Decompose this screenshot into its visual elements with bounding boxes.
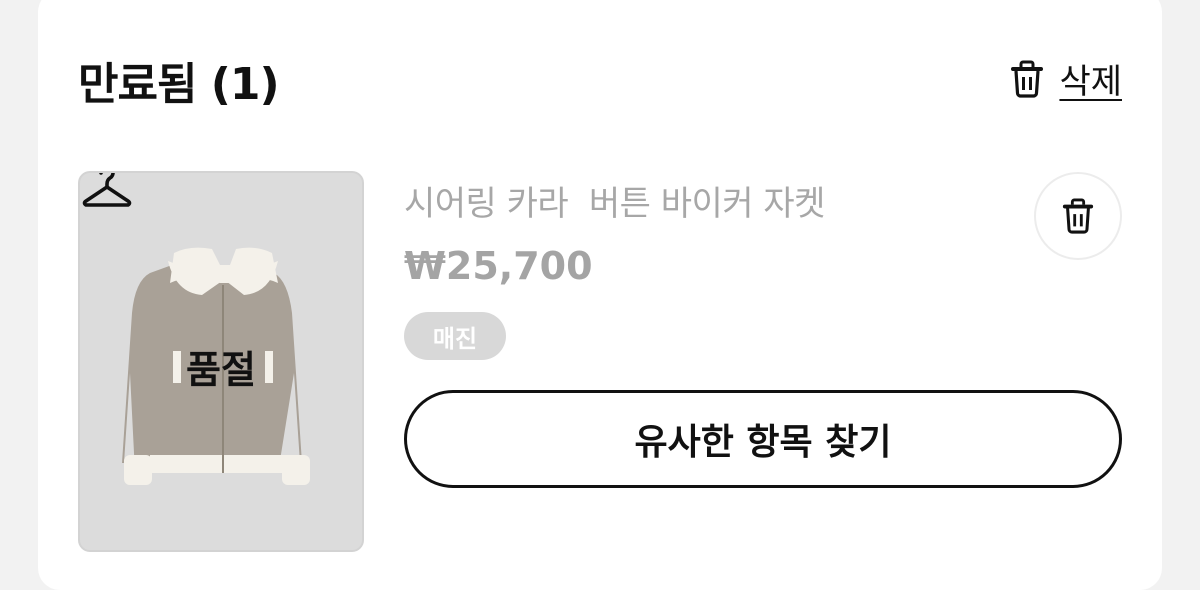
soldout-label: 품절	[186, 348, 256, 392]
product-image[interactable]: 품절	[78, 171, 364, 552]
section-title: 만료됨 (1)	[78, 59, 280, 110]
soldout-overlay: 품절	[80, 173, 362, 550]
trash-icon	[1011, 60, 1044, 98]
delete-all-button[interactable]: 삭제	[1009, 54, 1122, 103]
find-similar-button[interactable]: 유사한 항목 찾기	[404, 390, 1122, 488]
product-name[interactable]: 시어링 카라 버튼 바이커 자켓	[404, 176, 825, 225]
product-price: ₩25,700	[404, 244, 593, 288]
delete-all-label: 삭제	[1059, 62, 1122, 102]
status-badge: 매진	[404, 312, 506, 360]
trash-icon	[1062, 198, 1094, 234]
item-delete-button[interactable]	[1034, 172, 1122, 260]
hanger-icon	[82, 173, 132, 207]
